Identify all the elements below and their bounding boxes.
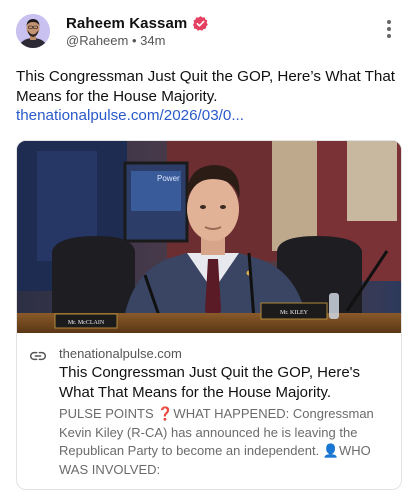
verified-badge-icon: [192, 15, 209, 32]
avatar[interactable]: [16, 14, 50, 48]
card-domain: thenationalpulse.com: [59, 346, 182, 361]
card-title[interactable]: This Congressman Just Quit the GOP, Here…: [59, 363, 389, 402]
card-description: PULSE POINTS ❓WHAT HAPPENED: Congressman…: [59, 406, 374, 477]
placard-left: Mr. McCLAIN: [68, 320, 105, 326]
post-time: 34m: [140, 33, 166, 48]
author-handle[interactable]: @Raheem: [66, 33, 128, 48]
post-text: This Congressman Just Quit the GOP, Here…: [16, 68, 396, 105]
link-icon: [30, 349, 46, 361]
placard-right: Mr. KILEY: [280, 310, 309, 316]
card-image[interactable]: Power Mr. McCLAIN Mr. KILEY: [17, 141, 401, 333]
meta-separator: •: [131, 33, 137, 48]
link-preview-card[interactable]: Power Mr. McCLAIN Mr. KILEY thenationalp…: [16, 140, 402, 490]
more-vertical-icon[interactable]: [384, 20, 394, 40]
screen-text: Power: [157, 174, 180, 183]
card-body[interactable]: thenationalpulse.com This Congressman Ju…: [17, 341, 401, 489]
author-name[interactable]: Raheem Kassam: [66, 15, 187, 32]
post-link[interactable]: thenationalpulse.com/2026/03/0...: [16, 106, 244, 126]
post-meta: @Raheem • 34m: [66, 33, 165, 48]
post-header: Raheem Kassam @Raheem • 34m: [16, 14, 402, 50]
